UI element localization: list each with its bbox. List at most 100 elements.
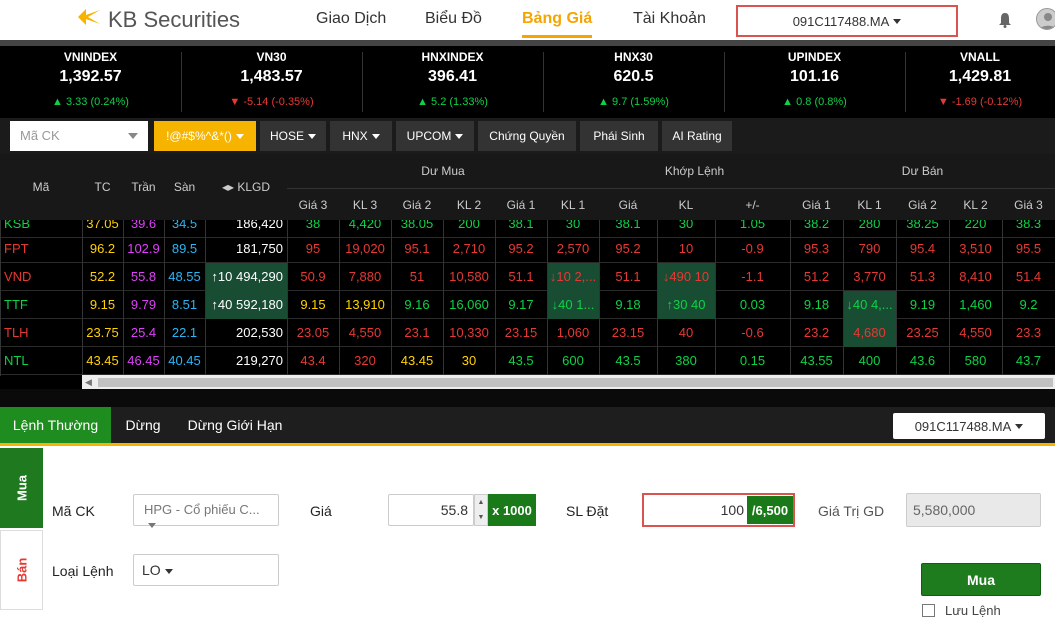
symbol-cell[interactable]: FPT (0, 235, 82, 263)
index-value: 1,392.57 (59, 68, 122, 85)
index-card[interactable]: VNALL 1,429.81 ▼ -1.69 (-0.12%) (905, 46, 1055, 118)
table-cell: 23.25 (906, 325, 939, 340)
horizontal-scrollbar[interactable]: ◀ (82, 375, 1055, 389)
table-cell: 9.19 (909, 297, 936, 312)
table-cell: 4,550 (959, 325, 992, 340)
nav-bieu-do[interactable]: Biểu Đồ (425, 10, 482, 28)
index-name: HNXINDEX (421, 50, 484, 64)
header-tc[interactable]: TC (82, 154, 123, 220)
subheader-cell[interactable]: Giá 2 (391, 188, 443, 220)
symbol-search-input[interactable]: Mã CK (10, 121, 148, 151)
table-cell: 3,770 (853, 269, 886, 284)
table-cell: 4,680 (843, 319, 896, 347)
symbol-select[interactable]: HPG - Cổ phiếu C... (133, 494, 279, 529)
index-name: VN30 (256, 50, 287, 64)
subheader-cell[interactable]: KL 3 (339, 188, 391, 220)
account-selector[interactable]: 091C117488.MA (736, 5, 958, 37)
header-ma[interactable]: Mã (0, 154, 82, 220)
subheader-cell[interactable]: +/- (715, 188, 790, 220)
table-cell: 219,270 (236, 353, 283, 368)
table-cell: 43.55 (800, 353, 833, 368)
subheader-cell[interactable]: Giá 3 (287, 188, 339, 220)
subheader-cell[interactable]: Giá 1 (790, 188, 843, 220)
qty-input[interactable]: 100 (644, 495, 746, 525)
nav-tai-khoan[interactable]: Tài Khoản (633, 10, 706, 28)
qty-max[interactable]: /6,500 (747, 496, 793, 524)
table-cell: 51.1 (508, 269, 534, 284)
order-account-selector[interactable]: 091C117488.MA (893, 413, 1045, 439)
table-cell: 600 (562, 353, 584, 368)
symbol-cell[interactable]: VND (0, 263, 82, 291)
order-account-label: 091C117488.MA (914, 418, 1012, 434)
index-card[interactable]: HNXINDEX 396.41 ▲ 5.2 (1.33%) (362, 46, 543, 118)
table-cell: 23.15 (611, 325, 645, 340)
tab-watchlist[interactable]: !@#$%^&*() (154, 121, 256, 151)
tab-dung-gioi-han[interactable]: Dừng Giới Hạn (175, 407, 295, 443)
brand-logo[interactable]: KB Securities (76, 6, 240, 34)
buy-submit-button[interactable]: Mua (921, 563, 1041, 596)
subheader-cell[interactable]: Giá 3 (1002, 188, 1055, 220)
stepper-down-icon[interactable]: ▼ (475, 510, 487, 525)
subheader-cell[interactable]: KL (657, 188, 715, 220)
scroll-left-icon[interactable]: ◀ (85, 377, 92, 388)
table-cell: 380 (675, 353, 697, 368)
index-change: -1.69 (-0.12%) (951, 96, 1023, 108)
table-cell: 4,550 (348, 325, 382, 340)
symbol-cell[interactable]: TTF (0, 291, 82, 319)
subheader-cell[interactable]: KL 2 (443, 188, 495, 220)
stepper-up-icon[interactable]: ▲ (475, 495, 487, 510)
tab-lenh-thuong[interactable]: Lệnh Thường (0, 407, 111, 443)
kb-star-icon (76, 6, 102, 34)
avatar[interactable] (1036, 8, 1055, 30)
subheader-cell[interactable]: KL 1 (547, 188, 599, 220)
symbol-cell[interactable]: TLH (0, 319, 82, 347)
order-type-select[interactable]: LO (133, 554, 279, 586)
table-cell: 43.5 (615, 353, 641, 368)
table-cell: 8,410 (959, 269, 992, 284)
index-card[interactable]: VNINDEX 1,392.57 ▲ 3.33 (0.24%) (0, 46, 181, 118)
nav-bang-gia[interactable]: Bảng Giá (522, 10, 593, 38)
header-san[interactable]: Sàn (164, 154, 205, 220)
tab-ai-rating[interactable]: AI Rating (662, 121, 732, 151)
tab-upcom[interactable]: UPCOM (396, 121, 474, 151)
table-cell: ↑40 592,180 (205, 291, 287, 319)
nav-giao-dich[interactable]: Giao Dịch (316, 10, 386, 28)
tab-chung-quyen[interactable]: Chứng Quyền (478, 121, 576, 151)
price-stepper[interactable]: ▲ ▼ (474, 494, 488, 526)
brand-name: KB Securities (108, 7, 241, 32)
subheader-cell[interactable]: Giá 1 (495, 188, 547, 220)
table-cell: 43.6 (909, 353, 936, 368)
bell-icon[interactable] (998, 12, 1012, 28)
subheader-cell[interactable]: Giá (599, 188, 657, 220)
side-sell-tab[interactable]: Bán (0, 530, 43, 610)
subheader-cell[interactable]: KL 1 (843, 188, 896, 220)
table-cell: 55.8 (130, 269, 157, 284)
price-multiplier: x 1000 (488, 494, 536, 526)
table-cell: 400 (858, 353, 881, 368)
subheader-cell[interactable]: Giá 2 (896, 188, 949, 220)
side-buy-tab[interactable]: Mua (0, 448, 43, 528)
scrollbar-thumb[interactable] (98, 378, 1053, 387)
table-cell: 9.16 (404, 297, 430, 312)
table-cell: 1,060 (556, 325, 590, 340)
tab-phai-sinh[interactable]: Phái Sinh (580, 121, 658, 151)
index-value: 396.41 (428, 68, 477, 85)
table-cell: ↑30 40 (657, 291, 715, 319)
tab-hnx[interactable]: HNX (330, 121, 392, 151)
tab-dung[interactable]: Dừng (111, 407, 175, 443)
index-card[interactable]: VN30 1,483.57 ▼ -5.14 (-0.35%) (181, 46, 362, 118)
tab-hose[interactable]: HOSE (260, 121, 326, 151)
table-cell: 95.1 (404, 241, 430, 256)
table-cell: 22.1 (171, 325, 198, 340)
table-cell: 25.4 (130, 325, 157, 340)
price-input[interactable]: 55.8 (388, 494, 474, 526)
save-order-checkbox[interactable] (922, 604, 935, 617)
index-name: UPINDEX (787, 50, 842, 64)
symbol-cell[interactable]: NTL (0, 347, 82, 375)
subheader-cell[interactable]: KL 2 (949, 188, 1002, 220)
table-cell: 320 (354, 353, 376, 368)
index-card[interactable]: UPINDEX 101.16 ▲ 0.8 (0.8%) (724, 46, 905, 118)
header-tran[interactable]: Trần (123, 154, 164, 220)
index-card[interactable]: HNX30 620.5 ▲ 9.7 (1.59%) (543, 46, 724, 118)
header-klgd[interactable]: ◂▸ KLGD (205, 154, 287, 220)
